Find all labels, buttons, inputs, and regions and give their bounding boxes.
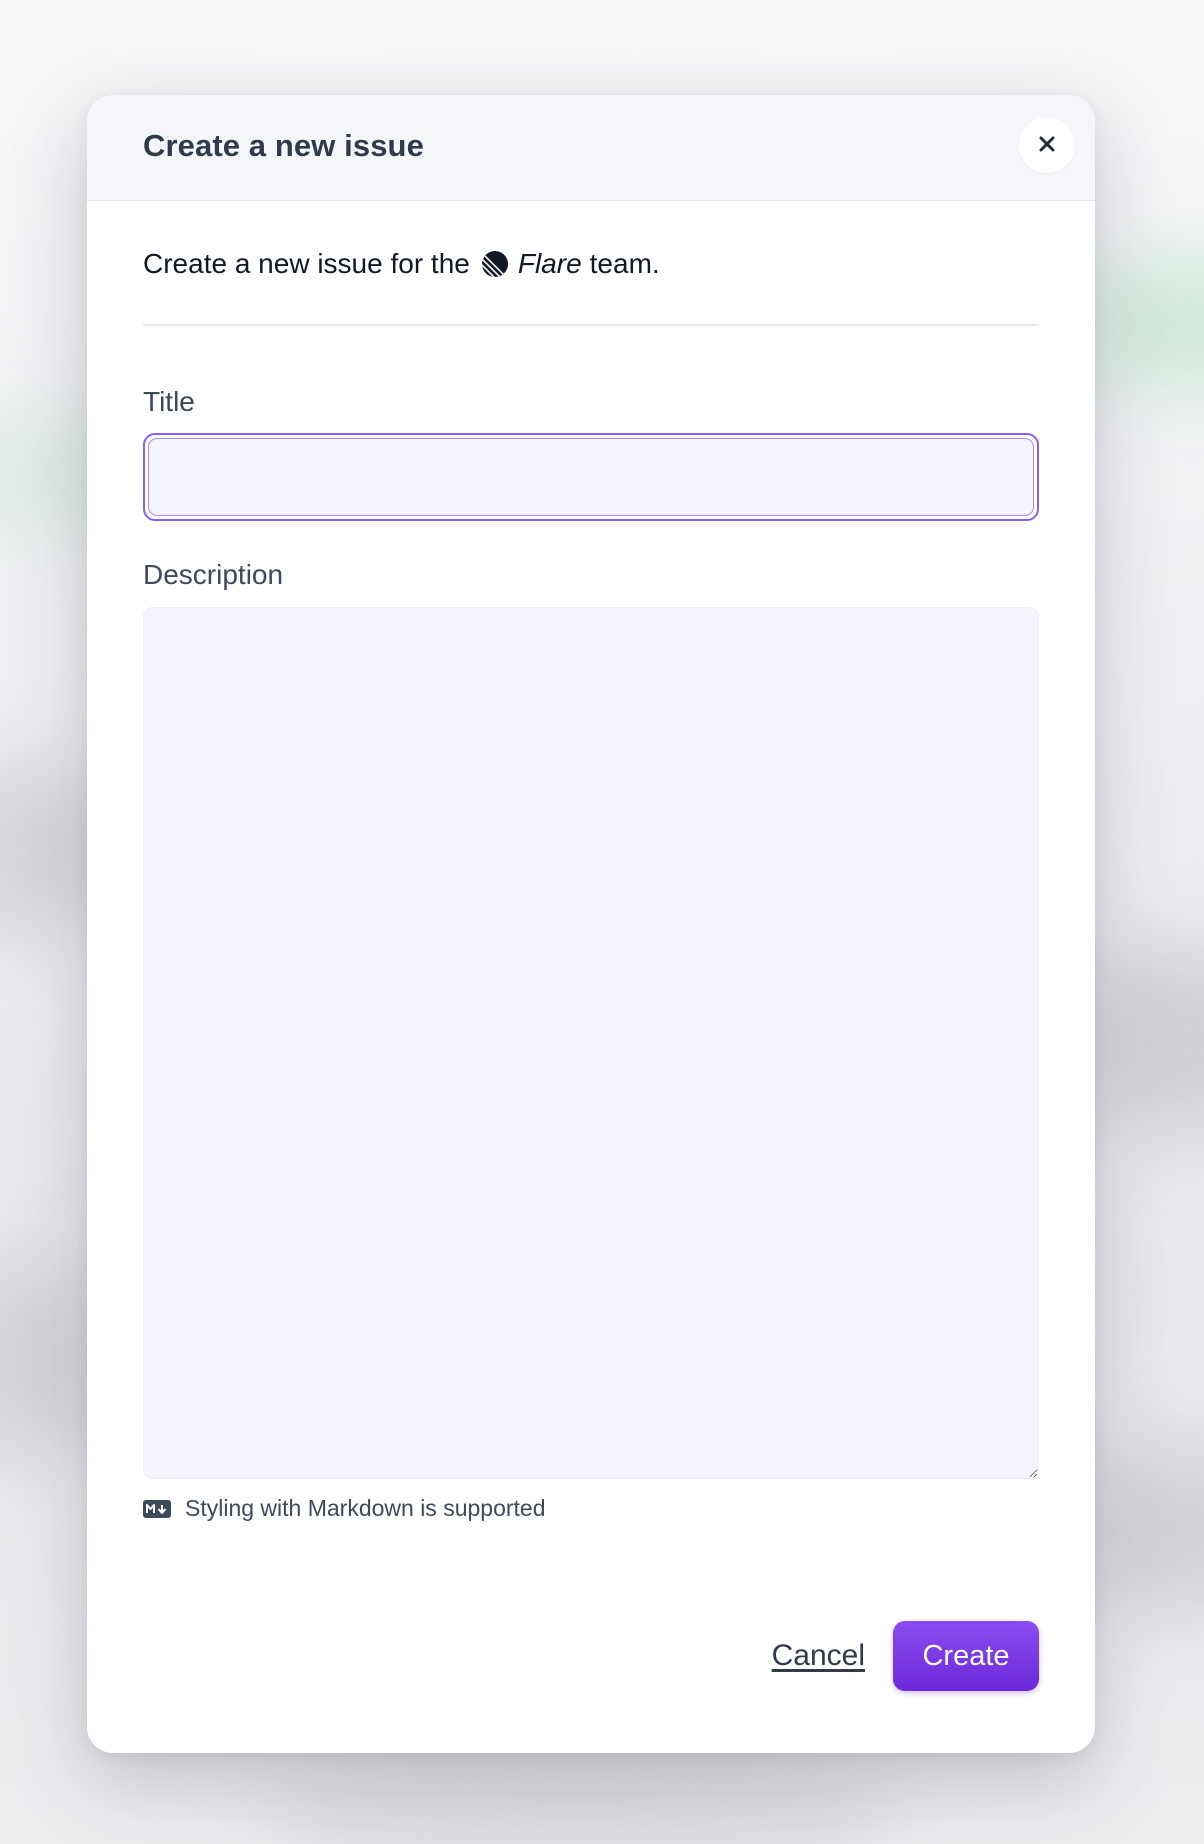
create-button[interactable]: Create <box>893 1621 1039 1691</box>
create-issue-modal: Create a new issue Create a new issue fo… <box>87 95 1095 1753</box>
modal-title: Create a new issue <box>143 128 424 163</box>
markdown-hint: Styling with Markdown is supported <box>143 1495 1039 1522</box>
close-button[interactable] <box>1019 117 1075 173</box>
modal-header: Create a new issue <box>87 95 1095 201</box>
modal-body: Create a new issue for the Flare team. T… <box>87 248 1095 1522</box>
description-label: Description <box>143 559 284 590</box>
intro-text: Create a new issue for the <box>143 248 470 279</box>
cancel-button[interactable]: Cancel <box>772 1639 865 1673</box>
flare-logo-icon <box>481 250 509 278</box>
title-focus-ring <box>143 433 1039 521</box>
modal-intro: Create a new issue for the Flare team. <box>143 248 1039 280</box>
title-label: Title <box>143 386 195 417</box>
markdown-hint-text: Styling with Markdown is supported <box>185 1495 546 1521</box>
modal-actions: Cancel Create <box>772 1621 1039 1691</box>
title-input[interactable] <box>148 438 1034 516</box>
divider <box>143 324 1039 326</box>
markdown-icon <box>143 1499 171 1518</box>
intro-suffix: team. <box>589 248 660 279</box>
description-textarea[interactable] <box>143 607 1039 1479</box>
close-icon <box>1037 134 1057 157</box>
team-name: Flare <box>517 248 582 279</box>
